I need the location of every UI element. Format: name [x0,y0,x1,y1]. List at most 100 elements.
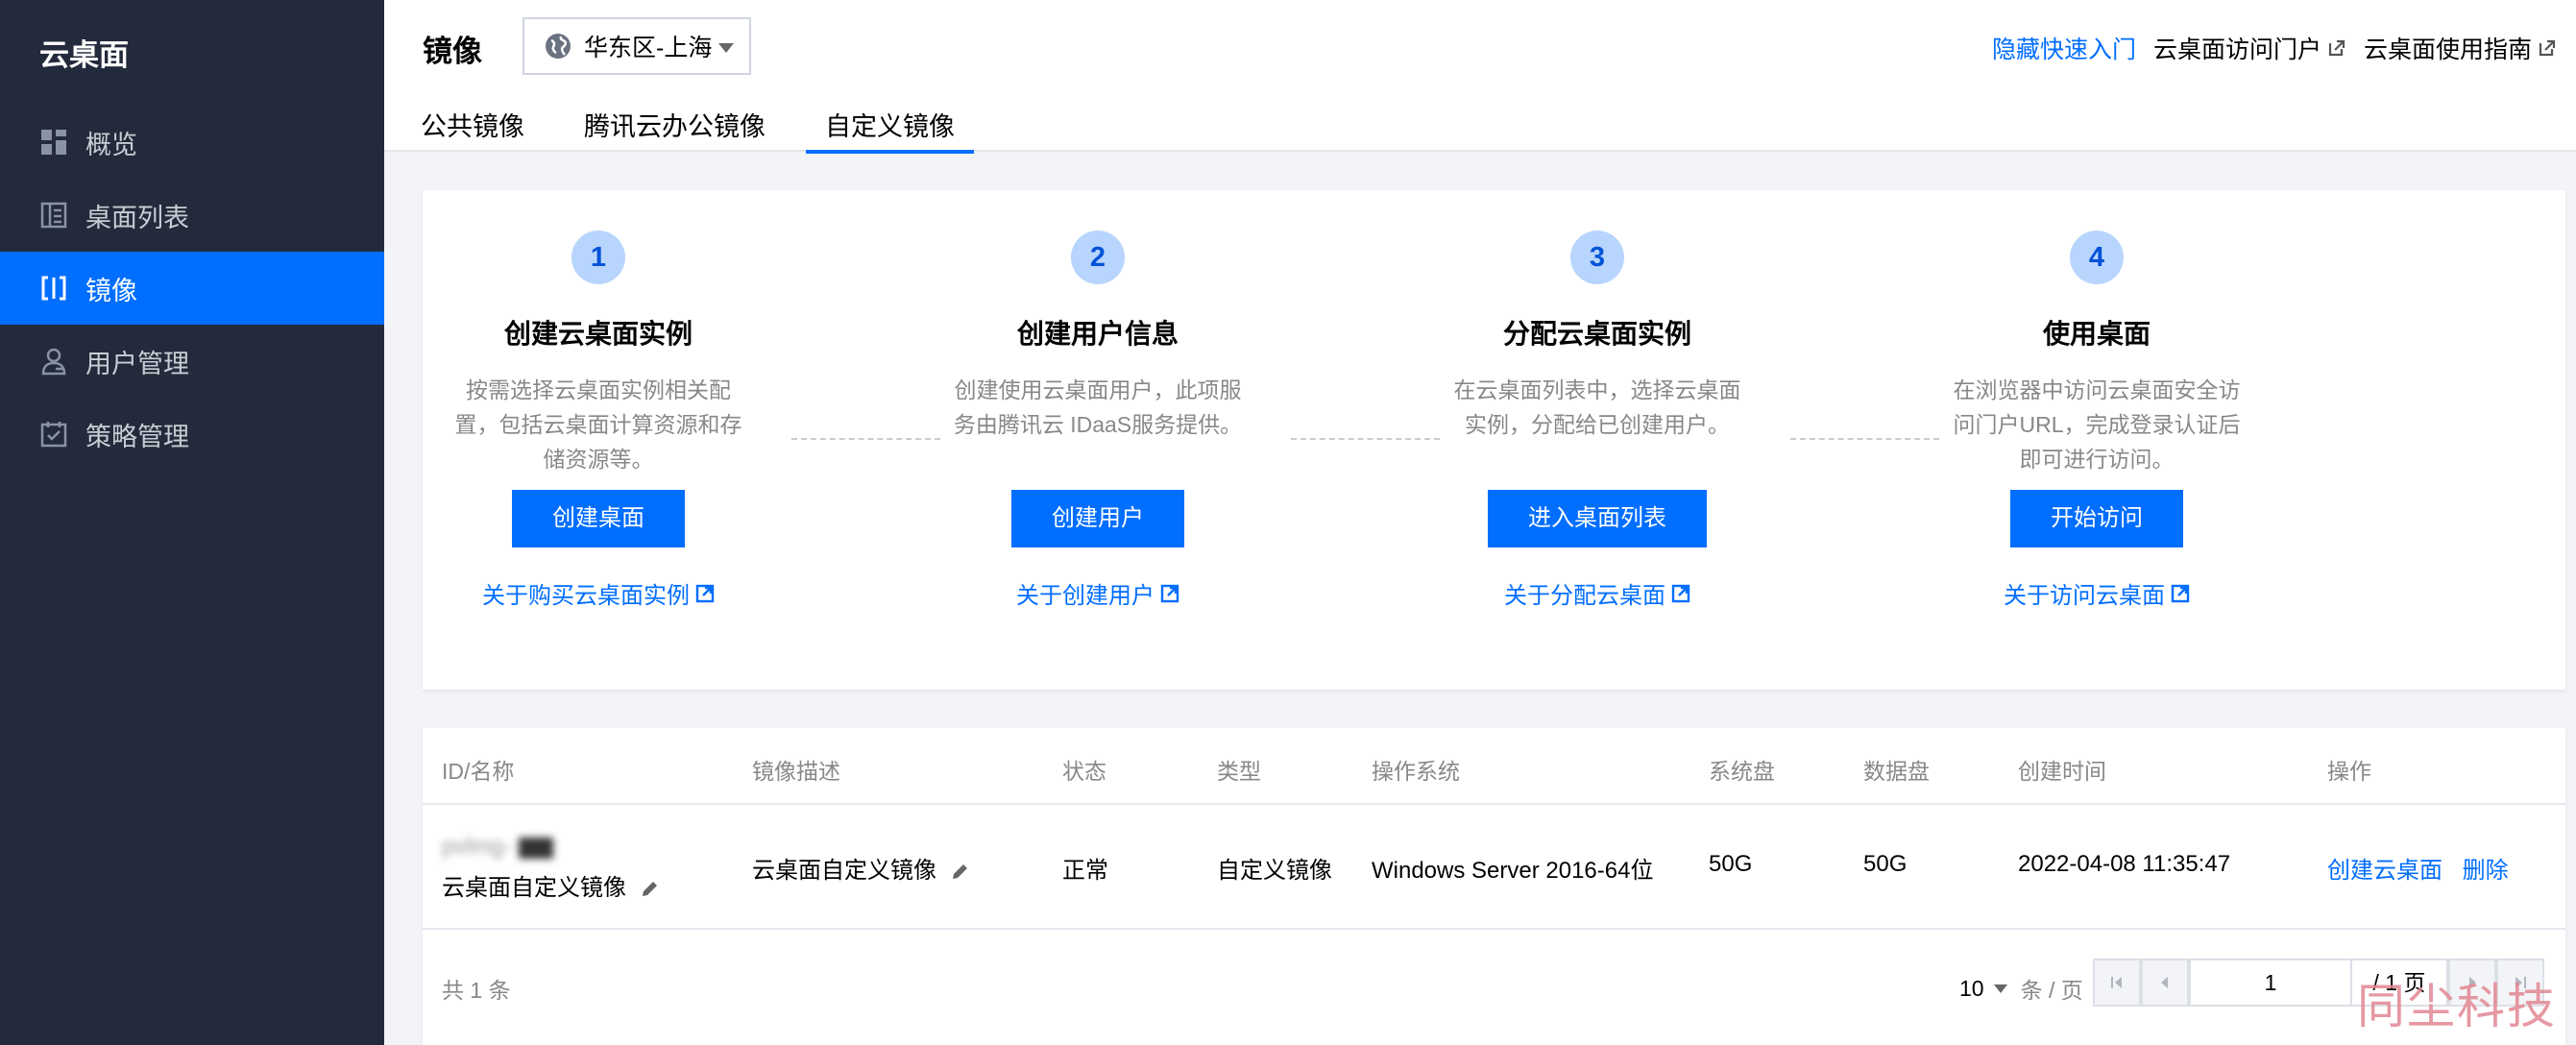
brand-title: 云桌面 [39,38,129,72]
page-number-input[interactable]: 1 [2189,959,2352,1007]
step-connector [1291,438,1440,440]
step-title: 创建用户信息 [1016,319,1179,349]
image-id[interactable]: pvlmg- [442,834,554,861]
os-text: Windows Server 2016-64位 [1372,858,1654,884]
step-1: 1 创建云桌面实例 按需选择云桌面实例相关配置，包括云桌面计算资源和存储资源等。… [435,190,762,610]
page-size-unit: 条 / 页 [2020,978,2083,1003]
first-page-icon [2111,977,2122,988]
edit-icon[interactable] [949,862,970,883]
page-size-select[interactable]: 10 条 / 页 [1959,972,2083,1005]
image-description-text: 云桌面自定义镜像 [752,858,936,884]
step-link-label: 关于创建用户 [1016,583,1154,609]
portal-link[interactable]: 云桌面访问门户 [2153,31,2346,65]
step-link-label: 关于分配云桌面 [1504,583,1665,609]
created-time-text: 2022-04-08 11:35:47 [2018,851,2231,877]
step-3: 3 分配云桌面实例 在云桌面列表中，选择云桌面实例，分配给已创建用户。 进入桌面… [1434,190,1761,610]
image-icon [39,274,68,303]
type-text: 自定义镜像 [1217,858,1332,884]
external-link-icon [1160,584,1179,602]
step-2: 2 创建用户信息 创建使用云桌面用户，此项服务由腾讯云 IDaaS服务提供。 创… [935,190,1261,610]
sidebar-item-label: 概览 [85,130,137,159]
create-desktop-button[interactable]: 创建桌面 [512,490,685,547]
status-text: 正常 [1062,858,1108,884]
column-header: 系统盘 [1709,759,1775,784]
column-header: 数据盘 [1863,759,1930,784]
step-description: 创建使用云桌面用户，此项服务由腾讯云 IDaaS服务提供。 [953,377,1243,437]
step-link-label: 关于访问云桌面 [2004,583,2165,609]
external-link-icon [2328,39,2345,57]
image-name: 云桌面自定义镜像 [442,868,660,902]
sidebar: 云桌面 概览 桌面列表 镜像 用户管理 策略管理 [0,0,384,1045]
policy-icon [39,420,68,449]
chevron-down-icon [718,43,734,53]
sidebar-item-policy-management[interactable]: 策略管理 [0,398,384,471]
page-title: 镜像 [423,35,482,68]
column-header: 创建时间 [2018,759,2106,784]
external-link-icon [2539,39,2556,57]
step-title: 分配云桌面实例 [1502,319,1691,349]
guide-link[interactable]: 云桌面使用指南 [2364,31,2557,65]
tab-public-images[interactable]: 公共镜像 [401,88,544,152]
sidebar-item-overview[interactable]: 概览 [0,106,384,179]
step-4: 4 使用桌面 在浏览器中访问云桌面安全访问门户URL，完成登录认证后即可进行访问… [1933,190,2260,610]
guide-link-label: 云桌面使用指南 [2363,36,2532,63]
step-number: 1 [571,231,625,284]
header-links: 隐藏快速入门 云桌面访问门户 云桌面使用指南 [1992,31,2557,65]
globe-icon [544,32,572,61]
first-page-button[interactable] [2093,959,2141,1007]
step-description: 在浏览器中访问云桌面安全访问门户URL，完成登录认证后即可进行访问。 [1953,377,2241,472]
delete-action[interactable]: 删除 [2463,858,2509,884]
prev-page-button[interactable] [2141,959,2189,1007]
edit-icon[interactable] [639,879,660,900]
column-header: 镜像描述 [752,759,840,784]
row-actions: 创建云桌面 删除 [2327,851,2509,885]
hide-quickstart-link[interactable]: 隐藏快速入门 [1992,31,2136,65]
column-header: 操作系统 [1372,759,1460,784]
region-label: 华东区-上海 [584,35,713,61]
portal-link-label: 云桌面访问门户 [2152,36,2321,63]
step-number: 3 [1570,231,1624,284]
start-access-button[interactable]: 开始访问 [2010,490,2183,547]
external-link-icon [695,584,715,602]
external-link-icon [2171,584,2190,602]
assign-desktop-link[interactable]: 关于分配云桌面 [1434,576,1761,610]
desktop-list-button[interactable]: 进入桌面列表 [1488,490,1707,547]
chevron-left-icon [2161,977,2168,988]
sidebar-item-label: 策略管理 [85,422,189,451]
data-disk-text: 50G [1863,851,1908,877]
sidebar-item-label: 桌面列表 [85,203,189,232]
pagination: 共 1 条 10 条 / 页 1 / 1 页 [423,930,2565,1026]
step-number: 4 [2070,231,2124,284]
table-row: pvlmg- 云桌面自定义镜像 云桌面自定义镜像 正常 自定义镜像 Window… [423,805,2565,930]
create-desktop-action[interactable]: 创建云桌面 [2327,858,2442,884]
image-description: 云桌面自定义镜像 [752,851,970,885]
watermark: 同尘科技 [2357,979,2557,1034]
create-user-button[interactable]: 创建用户 [1011,490,1184,547]
image-tabs: 公共镜像 腾讯云办公镜像 自定义镜像 [401,88,995,154]
region-select[interactable]: 华东区-上海 [522,17,751,75]
step-description: 在云桌面列表中，选择云桌面实例，分配给已创建用户。 [1453,377,1741,437]
sidebar-item-user-management[interactable]: 用户管理 [0,325,384,398]
image-name-text: 云桌面自定义镜像 [442,875,626,901]
buy-instance-link[interactable]: 关于购买云桌面实例 [435,576,762,610]
table-header: ID/名称 镜像描述 状态 类型 操作系统 系统盘 数据盘 创建时间 操作 [423,728,2565,805]
tab-tencent-office-images[interactable]: 腾讯云办公镜像 [565,88,785,152]
chevron-down-icon [1993,984,2007,993]
redacted-box [519,837,554,859]
column-header: ID/名称 [442,759,515,784]
quickstart-card: 1 创建云桌面实例 按需选择云桌面实例相关配置，包括云桌面计算资源和存储资源等。… [423,190,2565,690]
image-id-text: pvlmg- [442,834,512,860]
access-desktop-link[interactable]: 关于访问云桌面 [1933,576,2260,610]
sidebar-item-label: 镜像 [85,276,137,305]
total-count: 共 1 条 [442,978,511,1003]
sidebar-item-desktop-list[interactable]: 桌面列表 [0,179,384,252]
sidebar-item-label: 用户管理 [85,349,189,378]
column-header: 类型 [1217,759,1261,784]
create-user-link[interactable]: 关于创建用户 [935,576,1261,610]
step-connector [791,438,940,440]
sidebar-item-image[interactable]: 镜像 [0,252,384,325]
dashboard-icon [39,128,68,157]
step-title: 创建云桌面实例 [503,319,693,349]
tab-custom-images[interactable]: 自定义镜像 [806,88,974,154]
user-icon [39,347,68,376]
